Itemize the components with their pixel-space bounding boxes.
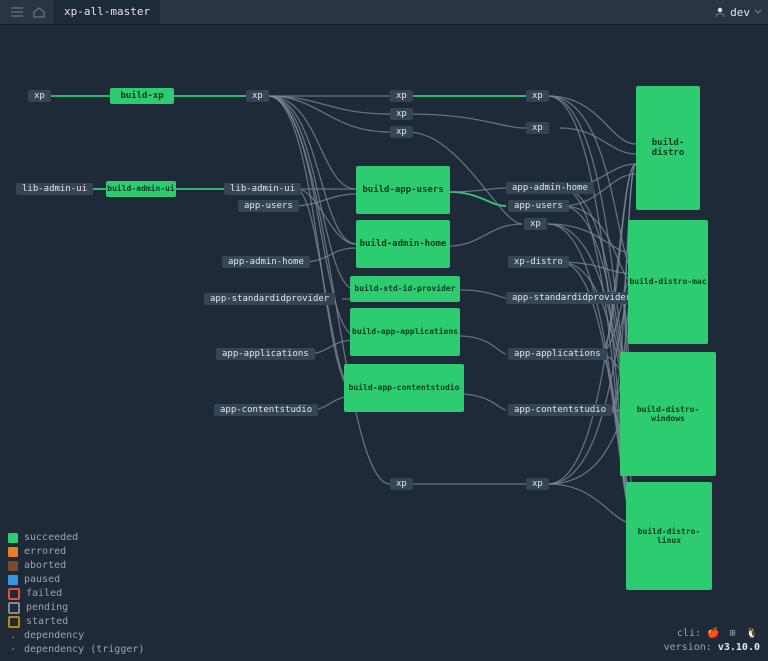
- top-bar: xp-all-master dev: [0, 0, 768, 25]
- os-icons[interactable]: 🍎 ⊞ 🐧: [707, 628, 760, 639]
- chevron-down-icon: [754, 8, 762, 16]
- resource-app-users-2[interactable]: app-users: [508, 200, 569, 212]
- legend-aborted: aborted: [24, 559, 66, 573]
- resource-app-applications[interactable]: app-applications: [216, 348, 315, 360]
- resource-xp-5c[interactable]: xp: [524, 218, 547, 230]
- job-build-admin-ui[interactable]: build-admin-ui: [106, 181, 176, 197]
- job-build-std-id-provider[interactable]: build-std-id-provider: [350, 276, 460, 302]
- resource-xp-4b[interactable]: xp: [390, 108, 413, 120]
- job-build-distro[interactable]: build-distro: [636, 86, 700, 210]
- legend-dependency-trigger: dependency (trigger): [24, 643, 144, 657]
- job-build-xp[interactable]: build-xp: [110, 88, 174, 104]
- job-build-distro-mac[interactable]: build-distro-mac: [628, 220, 708, 344]
- resource-xp-distro[interactable]: xp-distro: [508, 256, 569, 268]
- job-build-distro-windows[interactable]: build-distro-windows: [620, 352, 716, 476]
- user-menu[interactable]: dev: [714, 6, 762, 19]
- job-build-app-contentstudio[interactable]: build-app-contentstudio: [344, 364, 464, 412]
- legend-failed: failed: [26, 587, 62, 601]
- menu-icon[interactable]: [6, 1, 28, 23]
- resource-xp-4c[interactable]: xp: [390, 126, 413, 138]
- resource-xp-2[interactable]: xp: [246, 90, 269, 102]
- resource-xp[interactable]: xp: [28, 90, 51, 102]
- resource-app-contentstudio[interactable]: app-contentstudio: [214, 404, 318, 416]
- resource-app-contentstudio-2[interactable]: app-contentstudio: [508, 404, 612, 416]
- resource-app-users[interactable]: app-users: [238, 200, 299, 212]
- job-build-app-users[interactable]: build-app-users: [356, 166, 450, 214]
- resource-xp-4d[interactable]: xp: [390, 478, 413, 490]
- legend: succeeded errored aborted paused failed …: [8, 531, 144, 657]
- resource-xp-5b[interactable]: xp: [526, 122, 549, 134]
- legend-dependency: dependency: [24, 629, 84, 643]
- legend-paused: paused: [24, 573, 60, 587]
- pipeline-tab[interactable]: xp-all-master: [54, 0, 160, 24]
- resource-xp-5d[interactable]: xp: [526, 478, 549, 490]
- job-build-admin-home[interactable]: build-admin-home: [356, 220, 450, 268]
- resource-app-standardidprovider[interactable]: app-standardidprovider: [204, 293, 335, 305]
- resource-app-admin-home-2[interactable]: app-admin-home: [506, 182, 594, 194]
- footer: cli: 🍎 ⊞ 🐧 version: v3.10.0: [664, 627, 760, 655]
- version-label: version:: [664, 642, 712, 653]
- legend-errored: errored: [24, 545, 66, 559]
- resource-lib-admin-ui[interactable]: lib-admin-ui: [16, 183, 93, 195]
- version-value[interactable]: v3.10.0: [718, 642, 760, 653]
- home-icon[interactable]: [28, 1, 50, 23]
- job-build-app-applications[interactable]: build-app-applications: [350, 308, 460, 356]
- legend-started: started: [26, 615, 68, 629]
- job-build-distro-linux[interactable]: build-distro-linux: [626, 482, 712, 590]
- resource-app-standardidprovider-2[interactable]: app-standardidprovider: [506, 292, 637, 304]
- resource-xp-4a[interactable]: xp: [390, 90, 413, 102]
- resource-xp-5a[interactable]: xp: [526, 90, 549, 102]
- cli-label: cli:: [677, 628, 701, 639]
- resource-app-applications-2[interactable]: app-applications: [508, 348, 607, 360]
- user-label: dev: [730, 6, 750, 19]
- resource-lib-admin-ui-2[interactable]: lib-admin-ui: [224, 183, 301, 195]
- legend-pending: pending: [26, 601, 68, 615]
- user-icon: [714, 6, 726, 18]
- legend-succeeded: succeeded: [24, 531, 78, 545]
- resource-app-admin-home[interactable]: app-admin-home: [222, 256, 310, 268]
